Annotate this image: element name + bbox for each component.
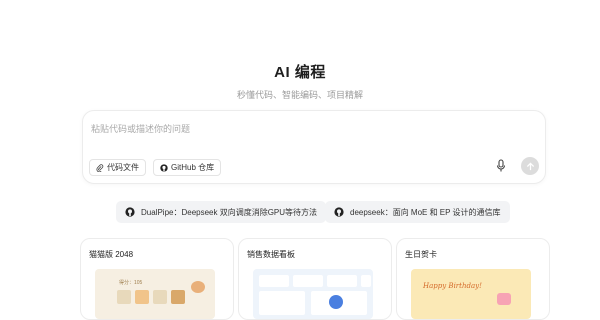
code-file-label: 代码文件	[107, 163, 139, 172]
card-title: 生日贺卡	[405, 250, 437, 259]
suggestion-dualpipe[interactable]: DualPipe：Deepseek 双向调度消除GPU等待方法	[116, 201, 327, 223]
stat-box	[259, 275, 289, 287]
chart-panel	[259, 291, 305, 315]
tile	[171, 290, 185, 304]
cake-icon	[497, 293, 511, 305]
paperclip-icon	[96, 163, 104, 172]
prompt-input-box[interactable]: 粘贴代码或描述你的问题 代码文件 GitHub 仓库	[82, 110, 546, 184]
github-repo-button[interactable]: GitHub 仓库	[153, 159, 222, 176]
send-button[interactable]	[521, 157, 539, 175]
stat-box	[361, 275, 371, 287]
card-title: 销售数据看板	[247, 250, 295, 259]
github-icon	[334, 207, 344, 217]
microphone-icon[interactable]	[495, 159, 507, 173]
card-thumbnail	[253, 269, 373, 319]
card-birthday[interactable]: 生日贺卡 Happy Birthday!	[396, 238, 550, 320]
tile	[153, 290, 167, 304]
card-thumbnail: 得分：105	[95, 269, 215, 319]
pie-chart-icon	[329, 295, 343, 309]
card-sales-dashboard[interactable]: 销售数据看板	[238, 238, 392, 320]
birthday-text: Happy Birthday!	[423, 282, 482, 290]
github-icon	[160, 163, 168, 172]
stat-box	[293, 275, 323, 287]
suggestion-deepseek[interactable]: deepseek：面向 MoE 和 EP 设计的通信库	[325, 201, 510, 223]
github-label: GitHub 仓库	[171, 163, 215, 172]
tile	[135, 290, 149, 304]
github-icon	[125, 207, 135, 217]
stat-box	[327, 275, 357, 287]
arrow-up-icon	[526, 161, 534, 170]
card-2048[interactable]: 猫猫版 2048 得分：105	[80, 238, 234, 320]
cat-icon	[191, 281, 205, 293]
page-title: AI 编程	[274, 64, 326, 81]
page-subtitle: 秒懂代码、智能编码、项目精解	[236, 90, 363, 100]
score-text: 得分：105	[119, 280, 143, 286]
tile	[117, 290, 131, 304]
code-file-button[interactable]: 代码文件	[89, 159, 146, 176]
suggestion-label: DualPipe：Deepseek 双向调度消除GPU等待方法	[141, 207, 318, 217]
suggestion-label: deepseek：面向 MoE 和 EP 设计的通信库	[350, 207, 501, 217]
card-thumbnail: Happy Birthday!	[411, 269, 531, 319]
prompt-placeholder[interactable]: 粘贴代码或描述你的问题	[91, 122, 190, 135]
card-title: 猫猫版 2048	[89, 250, 134, 259]
